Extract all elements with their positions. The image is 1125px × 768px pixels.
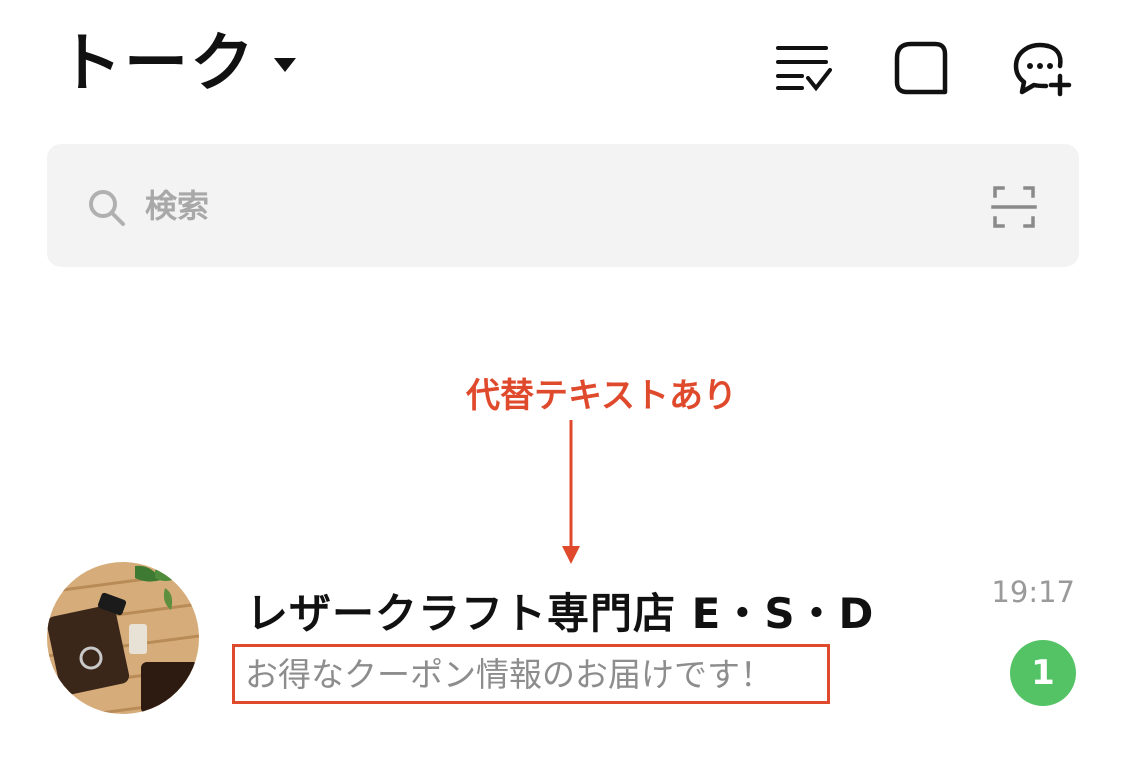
page-title[interactable]: トーク bbox=[58, 24, 256, 104]
highlight-box: お得なクーポン情報のお届けです！ bbox=[232, 644, 830, 704]
sort-check-icon[interactable] bbox=[774, 38, 834, 98]
qr-scan-icon[interactable] bbox=[991, 184, 1037, 230]
new-chat-icon[interactable] bbox=[1012, 38, 1072, 98]
chat-list-item[interactable]: レザークラフト専門店 E・S・D お得なクーポン情報のお届けです！ 19:17 … bbox=[0, 560, 1125, 720]
search-icon bbox=[89, 190, 125, 226]
chat-name: レザークラフト専門店 E・S・D bbox=[246, 589, 875, 638]
arrow-down-icon bbox=[562, 420, 580, 564]
square-icon[interactable] bbox=[891, 38, 951, 98]
chat-preview: お得なクーポン情報のお届けです！ bbox=[245, 655, 773, 694]
talk-screen: トーク 検索 代替テキストあり レザークラフト専門店 E・S・D お得なクーポン… bbox=[0, 0, 1125, 768]
search-input[interactable]: 検索 bbox=[47, 144, 1079, 267]
unread-badge: 1 bbox=[1010, 640, 1076, 706]
avatar bbox=[47, 562, 199, 714]
annotation-label: 代替テキストあり bbox=[466, 376, 737, 416]
search-placeholder: 検索 bbox=[145, 187, 210, 225]
chevron-down-icon[interactable] bbox=[274, 58, 296, 74]
chat-timestamp: 19:17 bbox=[991, 575, 1075, 609]
